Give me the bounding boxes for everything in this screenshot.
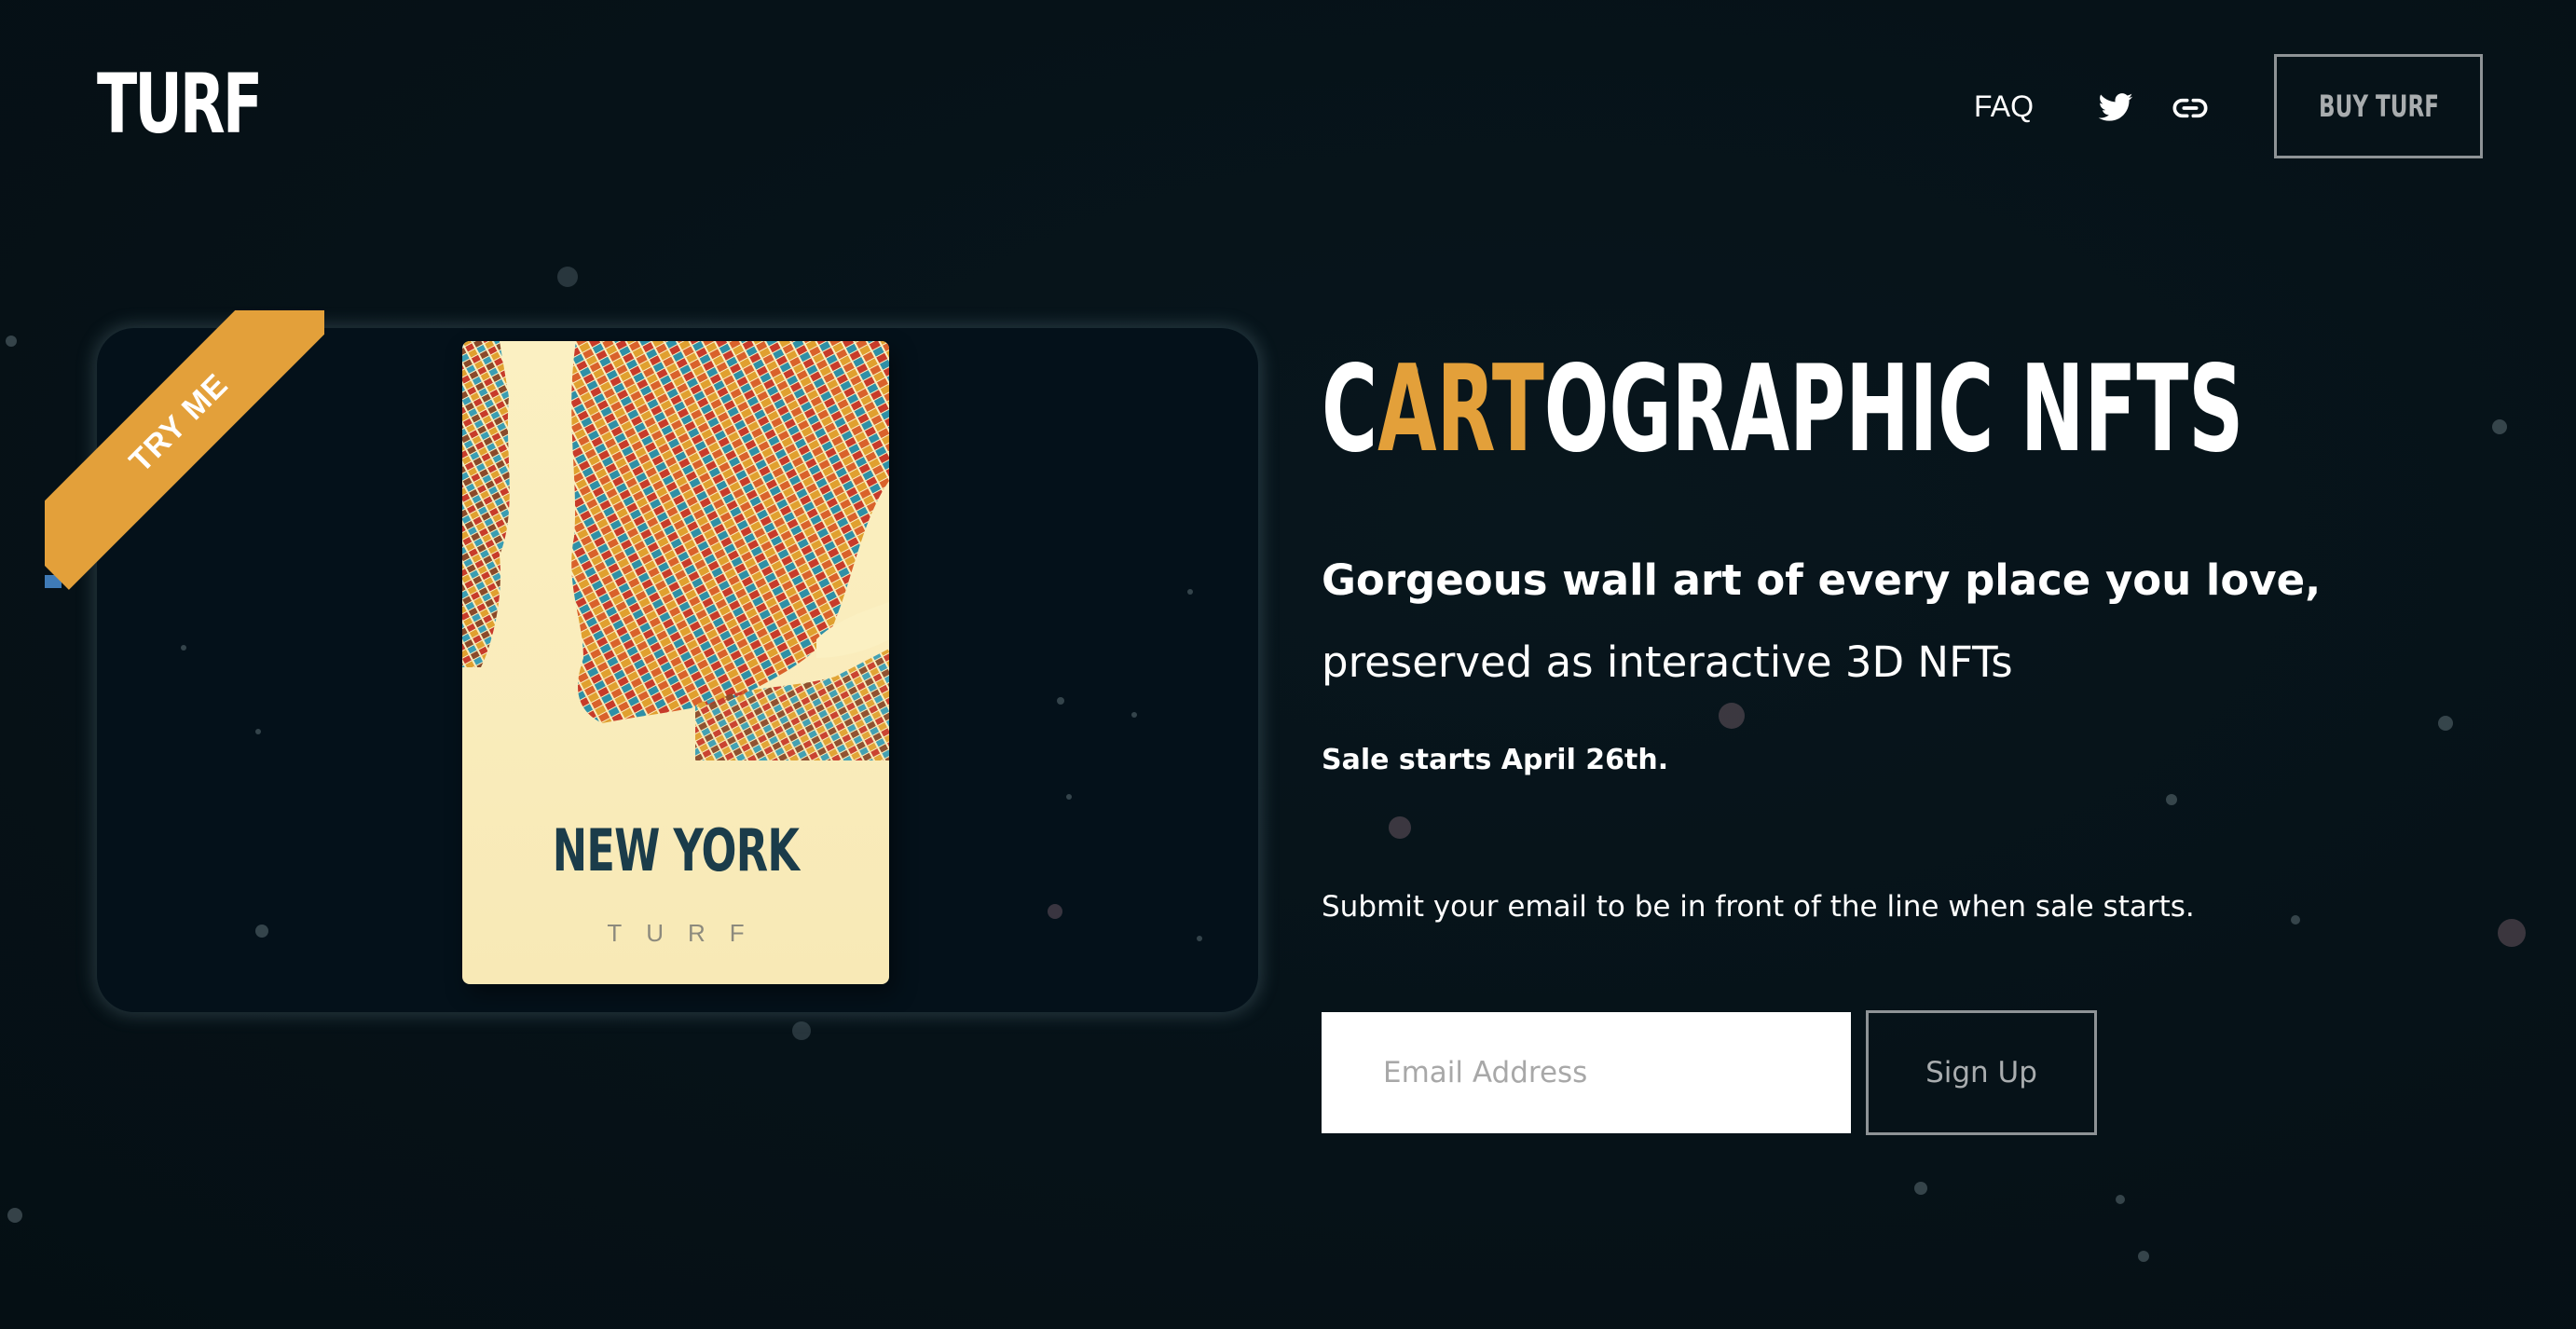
faq-link[interactable]: FAQ [1974, 89, 2034, 124]
background-star [1389, 816, 1411, 839]
background-star [1719, 703, 1745, 729]
background-star [255, 729, 261, 734]
sale-date-text: Sale starts April 26th. [1322, 744, 1669, 776]
buy-turf-button[interactable]: BUY TURF [2274, 54, 2483, 158]
background-star [1048, 904, 1062, 919]
landing-page: TURF FAQ BUY TURF TRY ME NEW YORK TURF C… [0, 0, 2576, 1329]
background-star [2138, 1251, 2149, 1262]
tagline-bold: Gorgeous wall art of every place you lov… [1322, 555, 2322, 605]
link-icon[interactable] [2172, 89, 2209, 127]
turf-logo[interactable]: TURF [97, 63, 263, 145]
background-star [1057, 697, 1064, 705]
background-star [1187, 589, 1193, 595]
try-me-ribbon[interactable]: TRY ME [45, 310, 324, 590]
twitter-icon[interactable] [2097, 89, 2134, 127]
tagline-light: preserved as interactive 3D NFTs [1322, 637, 2013, 687]
ribbon-band: TRY ME [45, 310, 324, 590]
new-york-map-poster: NEW YORK TURF [462, 341, 889, 984]
manhattan-map-art [462, 341, 889, 760]
background-star [1066, 794, 1072, 800]
background-star [792, 1021, 811, 1040]
background-star [1914, 1182, 1927, 1195]
background-star [557, 267, 578, 287]
background-star [2291, 915, 2300, 925]
background-star [1131, 712, 1137, 718]
signup-instructions: Submit your email to be in front of the … [1322, 890, 2195, 924]
background-star [2438, 716, 2453, 731]
buy-turf-label: BUY TURF [2318, 89, 2439, 124]
background-star [1197, 936, 1202, 941]
headline-end: OGRAPHIC NFTS [1543, 340, 2244, 479]
email-input[interactable] [1322, 1012, 1851, 1133]
ribbon-label: TRY ME [122, 366, 235, 479]
poster-brand-label: TURF [607, 919, 769, 947]
sign-up-button[interactable]: Sign Up [1866, 1010, 2097, 1135]
background-star [2166, 794, 2177, 805]
background-star [2498, 919, 2526, 947]
background-star [181, 645, 186, 651]
background-star [7, 1208, 22, 1223]
headline-start: C [1322, 340, 1378, 479]
poster-city-title: NEW YORK [552, 816, 800, 884]
background-star [6, 336, 17, 347]
background-star [2492, 419, 2507, 434]
background-star [255, 925, 268, 938]
hero-headline: CARTOGRAPHIC NFTS [1322, 350, 2243, 470]
headline-accent: ART [1377, 340, 1544, 479]
background-star [2116, 1195, 2125, 1204]
